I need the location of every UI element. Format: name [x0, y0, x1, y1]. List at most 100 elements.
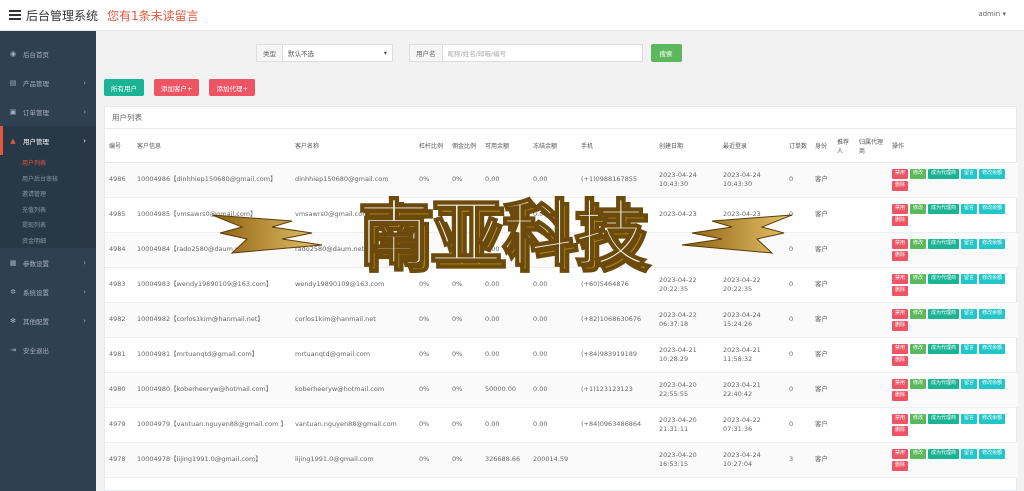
sidebar-item-system[interactable]: ✲ 系统设置 › [0, 277, 96, 306]
submenu-user-review[interactable]: 用户后台审核 [0, 171, 96, 187]
menu-toggle-icon[interactable] [9, 10, 21, 20]
add-agent-button[interactable]: 添加代理+ [209, 79, 255, 96]
table-row: 4981 10004981【mrtuanqtd@gmail.com】 mrtuanq… [105, 337, 1018, 373]
row-action-button[interactable]: 修改余额 [979, 448, 1006, 459]
row-action-button[interactable]: 禁用 [892, 448, 909, 459]
row-action-button[interactable]: 删除 [892, 250, 909, 261]
row-action-button[interactable]: 成为代理商 [928, 413, 960, 424]
row-action-button[interactable]: 修改 [910, 273, 927, 284]
sidebar-item-label: 后台首页 [23, 50, 49, 59]
cell-name: rado2580@daum.net [291, 232, 415, 268]
cell-last_login [719, 232, 785, 268]
caret-down-icon: ▾ [1002, 10, 1006, 18]
cell-name: lijing1991.0@gmail.com [291, 442, 415, 478]
sidebar-item-other[interactable]: ✻ 其他配置 › [0, 306, 96, 335]
cell-name: mrtuanqtd@gmail.com [291, 337, 415, 373]
row-action-button[interactable]: 修改余额 [979, 273, 1006, 284]
row-action-button[interactable]: 修改 [910, 378, 927, 389]
row-action-button[interactable]: 删除 [892, 180, 909, 191]
username: admin [978, 10, 1001, 18]
row-action-button[interactable]: 成为代理商 [928, 238, 960, 249]
row-action-button[interactable]: 成为代理商 [928, 168, 960, 179]
row-action-button[interactable]: 删除 [892, 215, 909, 226]
row-action-button[interactable]: 成为代理商 [928, 273, 960, 284]
row-action-button[interactable]: 修改余额 [979, 168, 1006, 179]
sidebar-item-home[interactable]: ◉ 后台首页 [0, 39, 96, 68]
table-row: 4985 10004985【vmsawrs0@gmail.com】 vmsawrs0… [105, 197, 1018, 233]
row-action-button[interactable]: 删除 [892, 390, 909, 401]
row-action-button[interactable]: 删除 [892, 460, 909, 471]
row-action-button[interactable]: 修改 [910, 448, 927, 459]
row-action-button[interactable]: 修改 [910, 203, 927, 214]
table-row: 4986 10004986【dinhhiep150680@gmail.com】 di… [105, 162, 1018, 198]
cell-leverage: 0% [415, 442, 448, 478]
row-action-button[interactable]: 成为代理商 [928, 448, 960, 459]
cell-orders: 3 [785, 442, 811, 478]
row-action-button[interactable]: 留言 [961, 168, 978, 179]
search-button[interactable]: 搜索 [650, 44, 682, 62]
row-action-button[interactable]: 留言 [961, 308, 978, 319]
row-action-button[interactable]: 修改余额 [979, 238, 1006, 249]
row-action-button[interactable]: 禁用 [892, 343, 909, 354]
column-header: 编号 [105, 132, 133, 163]
user-icon: ▲ [10, 136, 16, 145]
cell-referrer [833, 197, 855, 233]
row-action-button[interactable]: 修改 [910, 168, 927, 179]
row-action-button[interactable]: 禁用 [892, 308, 909, 319]
user-menu[interactable]: admin ▾ [978, 10, 1006, 18]
row-action-button[interactable]: 留言 [961, 203, 978, 214]
unread-notice[interactable]: 您有1条未读留言 [107, 7, 199, 24]
row-action-button[interactable]: 修改 [910, 238, 927, 249]
sidebar-item-orders[interactable]: ▣ 订单管理 › [0, 97, 96, 126]
row-action-button[interactable]: 禁用 [892, 203, 909, 214]
submenu-withdrawals[interactable]: 提现列表 [0, 217, 96, 233]
row-action-button[interactable]: 留言 [961, 238, 978, 249]
submenu-user-list[interactable]: 用户列表 [0, 155, 96, 171]
cell-agent [855, 337, 888, 373]
row-action-button[interactable]: 禁用 [892, 378, 909, 389]
row-action-button[interactable]: 禁用 [892, 238, 909, 249]
row-action-button[interactable]: 修改余额 [979, 308, 1006, 319]
column-header: 创建日期 [655, 132, 719, 163]
cell-leverage: 0% [415, 302, 448, 338]
sidebar-item-logout[interactable]: ⇥ 安全退出 [0, 335, 96, 364]
sidebar-item-products[interactable]: ▤ 产品管理 › [0, 68, 96, 97]
cell-agent [855, 232, 888, 268]
row-action-button[interactable]: 删除 [892, 285, 909, 296]
row-action-button[interactable]: 成为代理商 [928, 308, 960, 319]
row-action-button[interactable]: 留言 [961, 448, 978, 459]
type-select[interactable]: 默认不选 ▾ [283, 44, 393, 62]
column-header: 归属代理商 [855, 132, 888, 163]
row-action-button[interactable]: 禁用 [892, 168, 909, 179]
row-action-button[interactable]: 禁用 [892, 273, 909, 284]
submenu-fund-details[interactable]: 资金明细 [0, 233, 96, 249]
row-action-button[interactable]: 成为代理商 [928, 378, 960, 389]
row-action-button[interactable]: 修改 [910, 308, 927, 319]
row-action-button[interactable]: 删除 [892, 355, 909, 366]
row-action-button[interactable]: 删除 [892, 425, 909, 436]
row-action-button[interactable]: 成为代理商 [928, 343, 960, 354]
add-customer-button[interactable]: 添加客户+ [154, 79, 200, 96]
row-action-button[interactable]: 留言 [961, 273, 978, 284]
row-action-button[interactable]: 修改余额 [979, 378, 1006, 389]
row-action-button[interactable]: 留言 [961, 378, 978, 389]
submenu-deposits[interactable]: 充值列表 [0, 202, 96, 218]
row-action-button[interactable]: 修改余额 [979, 203, 1006, 214]
row-action-button[interactable]: 修改 [910, 413, 927, 424]
cell-id: 4983 [105, 267, 133, 303]
row-action-button[interactable]: 修改余额 [979, 413, 1006, 424]
row-action-button[interactable]: 留言 [961, 343, 978, 354]
row-action-button[interactable]: 禁用 [892, 413, 909, 424]
all-users-button[interactable]: 所有用户 [104, 79, 144, 96]
sidebar-item-users[interactable]: ▲ 用户管理 › [0, 126, 96, 155]
sidebar-item-params[interactable]: ▦ 参数设置 › [0, 248, 96, 277]
submenu-invites[interactable]: 邀请管理 [0, 186, 96, 202]
row-action-button[interactable]: 修改余额 [979, 343, 1006, 354]
cell-info: 10004982【corlos1kim@hanmail.net】 [133, 302, 291, 338]
row-action-button[interactable]: 修改 [910, 343, 927, 354]
username-search-input[interactable]: 昵称/姓名/邮箱/编号 [442, 44, 643, 62]
row-action-button[interactable]: 留言 [961, 413, 978, 424]
row-action-button[interactable]: 删除 [892, 320, 909, 331]
cell-orders: 0 [785, 197, 811, 233]
row-action-button[interactable]: 成为代理商 [928, 203, 960, 214]
